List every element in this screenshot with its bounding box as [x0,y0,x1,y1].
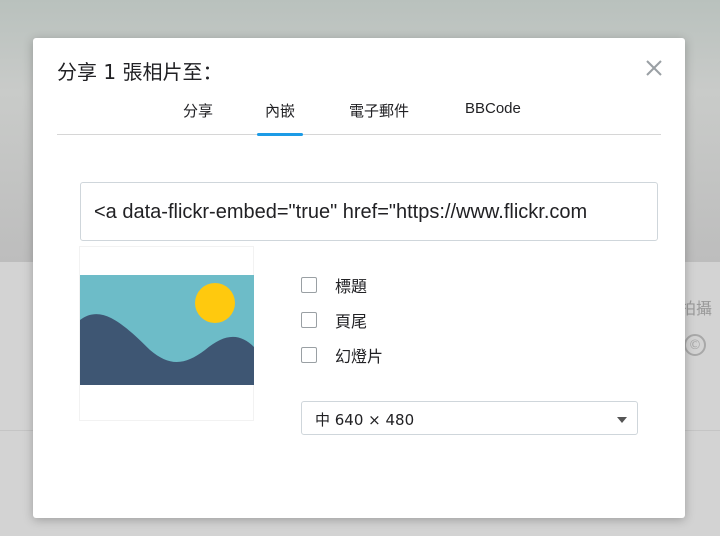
slideshow-checkbox[interactable] [301,347,317,363]
image-placeholder-icon [80,275,254,385]
option-footer[interactable]: 頁尾 [301,309,367,331]
tab-email[interactable]: 電子郵件 [349,100,409,130]
option-title-label: 標題 [335,277,368,296]
share-tabs: 分享 內嵌 電子郵件 BBCode [57,94,661,136]
embed-code-field[interactable]: <a data-flickr-embed="true" href="https:… [80,182,658,241]
tab-share[interactable]: 分享 [183,100,213,130]
tab-embed[interactable]: 內嵌 [256,100,304,136]
footer-checkbox[interactable] [301,312,317,328]
title-checkbox[interactable] [301,277,317,293]
tab-bbcode[interactable]: BBCode [465,100,521,126]
copyright-icon: © [684,334,706,356]
share-dialog: 分享 1 張相片至： 分享 內嵌 電子郵件 BBCode <a data-fli… [33,38,685,518]
size-dropdown[interactable]: 中 640 × 480 [301,401,638,435]
size-dropdown-value: 中 640 × 480 [315,411,415,429]
chevron-down-icon [617,417,627,423]
close-button[interactable] [643,57,665,79]
embed-preview [79,246,254,421]
close-icon [646,60,662,76]
background-side-text: 拍攝 [680,299,713,318]
option-slideshow[interactable]: 幻燈片 [301,344,383,366]
dialog-title: 分享 1 張相片至： [57,60,223,84]
option-footer-label: 頁尾 [335,312,368,331]
option-slideshow-label: 幻燈片 [335,347,384,366]
option-title[interactable]: 標題 [301,274,367,296]
